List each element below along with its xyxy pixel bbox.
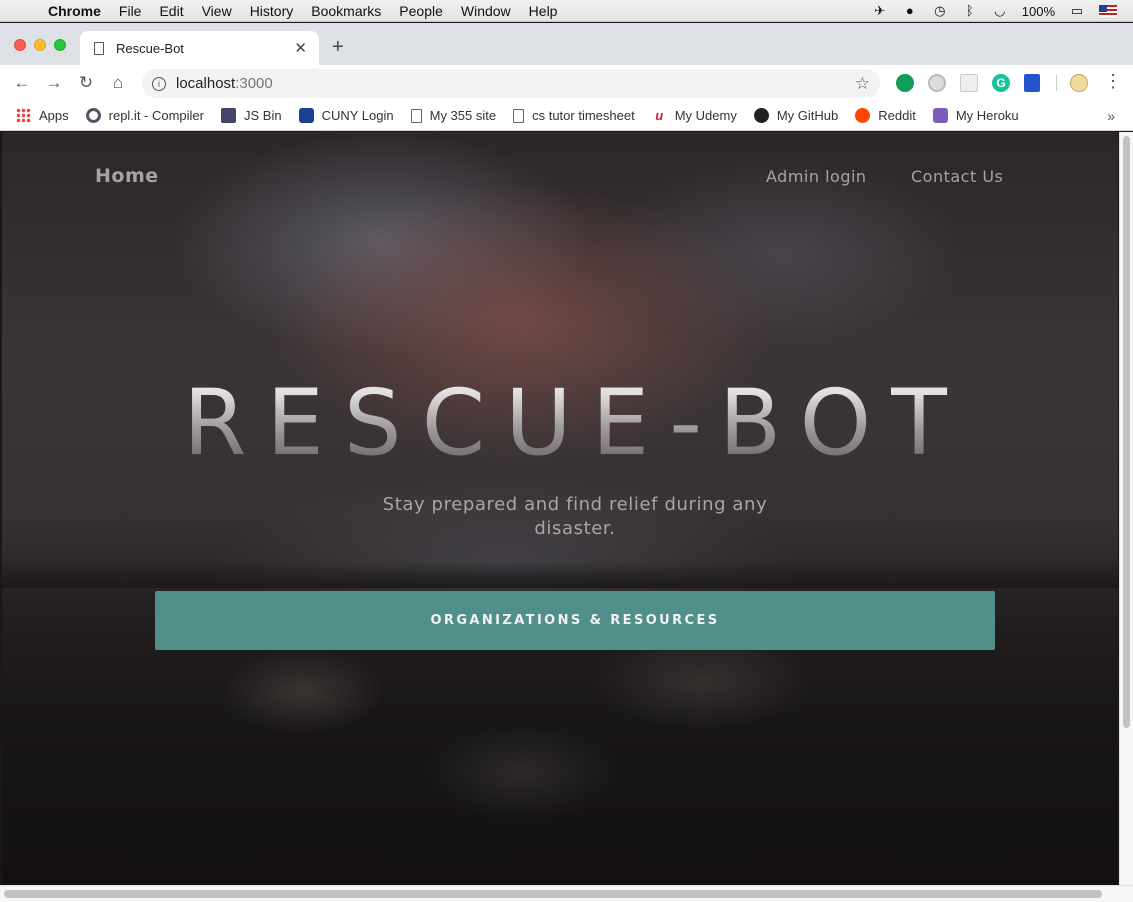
forward-arrow-icon[interactable]: →	[38, 73, 70, 93]
bookmarks-overflow-icon[interactable]: »	[1107, 108, 1115, 124]
document-icon	[513, 108, 525, 123]
back-arrow-icon[interactable]: ←	[6, 73, 38, 93]
menu-view[interactable]: View	[202, 3, 232, 19]
wifi-icon[interactable]: ◡	[992, 4, 1008, 18]
zoom-window-button[interactable]	[54, 39, 66, 51]
document-icon	[410, 108, 422, 123]
url-port: :3000	[235, 75, 273, 92]
close-window-button[interactable]	[14, 39, 26, 51]
bookmark-355-site[interactable]: My 355 site	[410, 108, 496, 123]
organizations-resources-button[interactable]: ORGANIZATIONS & RESOURCES	[155, 591, 995, 650]
minimize-window-button[interactable]	[34, 39, 46, 51]
bookmark-cuny[interactable]: CUNY Login	[298, 108, 394, 123]
toolbar-divider	[1056, 75, 1057, 91]
bookmark-jsbin[interactable]: JS Bin	[221, 108, 282, 123]
airplane-icon[interactable]: ✈	[872, 4, 888, 18]
bookmark-apps[interactable]: Apps	[16, 108, 69, 123]
bookmark-udemy[interactable]: u My Udemy	[652, 108, 737, 123]
vertical-scrollbar[interactable]	[1119, 132, 1133, 885]
vertical-scroll-thumb[interactable]	[1123, 136, 1130, 728]
extension-green-icon[interactable]	[896, 74, 914, 92]
tab-rescue-bot[interactable]: Rescue-Bot ✕	[80, 31, 319, 65]
extension-grid-icon[interactable]	[960, 74, 978, 92]
heroku-icon	[932, 108, 948, 123]
time-machine-icon[interactable]: ◷	[932, 4, 948, 18]
apps-grid-icon	[16, 108, 31, 123]
page-icon	[94, 41, 104, 55]
more-menu-icon[interactable]: ⋮	[1104, 71, 1122, 92]
bluetooth-icon[interactable]: ᛒ	[962, 4, 978, 18]
battery-percent[interactable]: 100%	[1022, 4, 1055, 19]
nav-home-link[interactable]: Home	[95, 165, 159, 187]
bookmark-reddit[interactable]: Reddit	[855, 108, 916, 123]
menu-people[interactable]: People	[399, 3, 443, 19]
new-tab-icon[interactable]: +	[332, 36, 344, 59]
reddit-icon	[855, 108, 871, 123]
extension-gray-icon[interactable]	[928, 74, 946, 92]
menubar-status-area: ✈ ● ◷ ᛒ ◡ 100% ▭	[872, 0, 1117, 22]
menu-history[interactable]: History	[250, 3, 294, 19]
us-flag-input-icon[interactable]	[1099, 5, 1117, 17]
menu-help[interactable]: Help	[529, 3, 558, 19]
profile-avatar-icon[interactable]	[1070, 74, 1088, 92]
bookmarks-bar: Apps repl.it - Compiler JS Bin CUNY Logi…	[0, 101, 1133, 131]
menu-edit[interactable]: Edit	[159, 3, 183, 19]
web-page: Home Admin login Contact Us RESCUE-BOT S…	[2, 132, 1118, 885]
home-icon[interactable]: ⌂	[102, 73, 134, 93]
bookmark-repl[interactable]: repl.it - Compiler	[85, 108, 204, 123]
jsbin-icon	[221, 108, 236, 123]
bookmark-heroku[interactable]: My Heroku	[932, 108, 1019, 123]
bookmark-github[interactable]: My GitHub	[753, 108, 838, 123]
address-bar[interactable]: i localhost :3000 ☆	[142, 69, 880, 98]
chat-bubble-icon[interactable]: ●	[902, 4, 918, 18]
reload-icon[interactable]: ↻	[70, 73, 102, 93]
menu-file[interactable]: File	[119, 3, 142, 19]
bookmark-star-icon[interactable]: ☆	[855, 74, 870, 94]
hero-subtitle: Stay prepared and find relief during any…	[382, 494, 768, 539]
nav-admin-login-link[interactable]: Admin login	[766, 167, 867, 186]
github-icon	[753, 108, 769, 123]
menu-bookmarks[interactable]: Bookmarks	[311, 3, 381, 19]
horizontal-scrollbar[interactable]	[0, 885, 1133, 902]
url-host: localhost	[176, 75, 236, 92]
nav-contact-us-link[interactable]: Contact Us	[911, 167, 1003, 186]
menu-window[interactable]: Window	[461, 3, 511, 19]
tab-strip: Rescue-Bot ✕ +	[0, 23, 1133, 65]
hero-title: RESCUE-BOT	[2, 378, 1118, 469]
horizontal-scroll-thumb[interactable]	[4, 890, 1102, 898]
macos-menu-bar: Chrome File Edit View History Bookmarks …	[0, 0, 1133, 22]
browser-toolbar: ← → ↻ ⌂ i localhost :3000 ☆ G ⋮	[0, 65, 1133, 101]
cuny-icon	[298, 108, 314, 123]
menu-app-name[interactable]: Chrome	[48, 3, 101, 19]
grammarly-icon[interactable]: G	[992, 74, 1010, 92]
repl-icon	[85, 108, 101, 123]
bookmark-extension-icon[interactable]	[1024, 74, 1040, 92]
tab-title: Rescue-Bot	[116, 40, 184, 56]
udemy-icon: u	[655, 108, 664, 123]
bookmark-timesheet[interactable]: cs tutor timesheet	[513, 108, 635, 123]
site-info-icon[interactable]: i	[152, 76, 166, 91]
battery-icon[interactable]: ▭	[1069, 4, 1085, 18]
close-tab-icon[interactable]: ✕	[294, 39, 307, 57]
